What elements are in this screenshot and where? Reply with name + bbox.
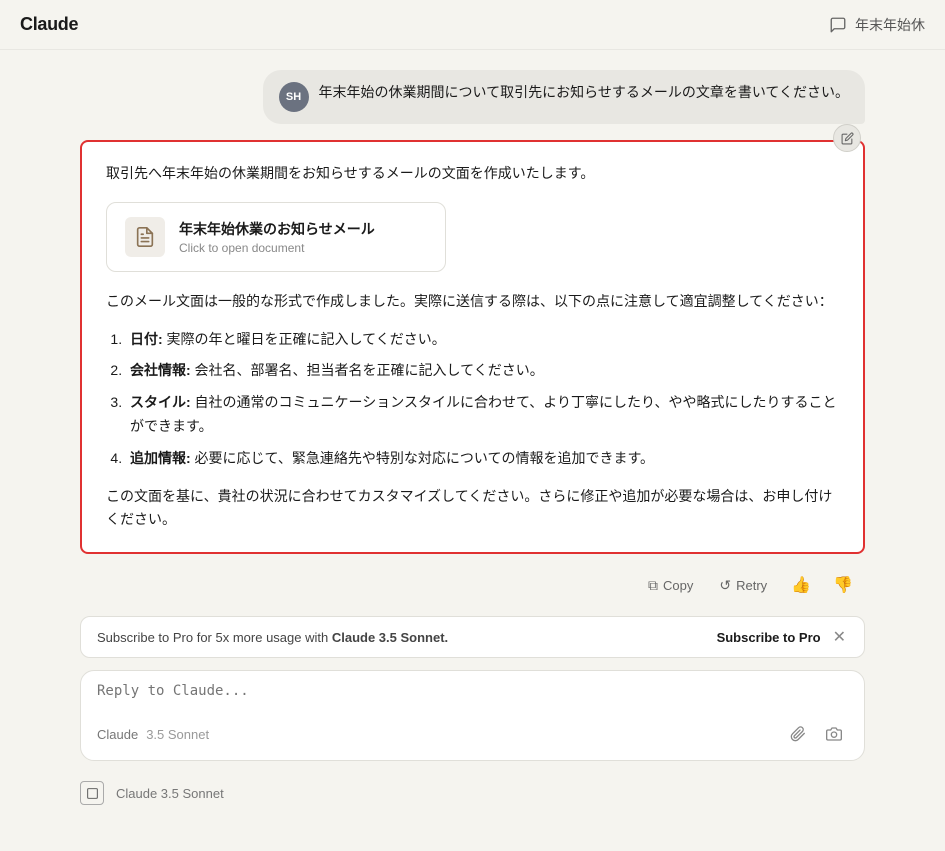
input-area: Claude 3.5 Sonnet (80, 670, 865, 761)
model-version: 3.5 Sonnet (146, 727, 209, 742)
subscribe-right: Subscribe to Pro ✕ (717, 627, 848, 647)
user-message-bubble: SH 年末年始の休業期間について取引先にお知らせするメールの文章を書いてください… (263, 70, 865, 124)
model-label: Claude (97, 727, 138, 742)
assistant-list: 日付: 実際の年と曜日を正確に記入してください。 会社情報: 会社名、部署名、担… (106, 328, 839, 471)
assistant-intro: 取引先へ年末年始の休業期間をお知らせするメールの文面を作成いたします。 (106, 162, 839, 186)
user-message-text: 年末年始の休業期間について取引先にお知らせするメールの文章を書いてください。 (319, 82, 849, 103)
avatar: SH (279, 82, 309, 112)
document-card[interactable]: 年末年始休業のお知らせメール Click to open document (106, 202, 446, 272)
retry-label: Retry (736, 578, 767, 593)
retry-icon: ↺ (719, 577, 731, 594)
document-title: 年末年始休業のお知らせメール (179, 219, 427, 239)
copy-icon: ⧉ (648, 577, 658, 594)
subscribe-highlight: Claude 3.5 Sonnet. (332, 630, 448, 645)
thumbs-down-button[interactable]: 👎 (825, 570, 861, 600)
input-bottom-right (784, 720, 848, 748)
subscribe-cta[interactable]: Subscribe to Pro (717, 630, 821, 645)
new-chat-icon[interactable] (80, 781, 104, 805)
attach-button[interactable] (784, 720, 812, 748)
input-bottom: Claude 3.5 Sonnet (97, 720, 848, 748)
subscribe-banner: Subscribe to Pro for 5x more usage with … (80, 616, 865, 658)
user-message-container: SH 年末年始の休業期間について取引先にお知らせするメールの文章を書いてください… (80, 70, 865, 124)
camera-button[interactable] (820, 720, 848, 748)
document-icon (125, 217, 165, 257)
assistant-message: 取引先へ年末年始の休業期間をお知らせするメールの文面を作成いたします。 年末年始… (80, 140, 865, 554)
header-right: 年末年始休 (829, 15, 925, 35)
close-banner-button[interactable]: ✕ (831, 627, 848, 647)
bottom-bar: Claude 3.5 Sonnet (0, 773, 945, 813)
chat-area: SH 年末年始の休業期間について取引先にお知らせするメールの文章を書いてください… (0, 50, 945, 616)
document-subtitle: Click to open document (179, 241, 427, 255)
retry-button[interactable]: ↺ Retry (709, 572, 777, 599)
input-bottom-left: Claude 3.5 Sonnet (97, 727, 209, 742)
thumbs-up-button[interactable]: 👍 (783, 570, 819, 600)
list-item: 会社情報: 会社名、部署名、担当者名を正確に記入してください。 (126, 359, 839, 383)
edit-message-button[interactable] (833, 124, 861, 152)
action-bar: ⧉ Copy ↺ Retry 👍 👎 (80, 562, 865, 608)
list-item: 追加情報: 必要に応じて、緊急連絡先や特別な対応についての情報を追加できます。 (126, 447, 839, 471)
conversation-title: 年末年始休 (855, 15, 925, 35)
header: Claude 年末年始休 (0, 0, 945, 50)
chat-icon (829, 16, 847, 34)
copy-label: Copy (663, 578, 693, 593)
reply-input[interactable] (97, 683, 848, 707)
assistant-body-text: このメール文面は一般的な形式で作成しました。実際に送信する際は、以下の点に注意し… (106, 290, 839, 314)
document-info: 年末年始休業のお知らせメール Click to open document (179, 219, 427, 255)
subscribe-text: Subscribe to Pro for 5x more usage with … (97, 630, 448, 645)
assistant-closing-text: この文面を基に、貴社の状況に合わせてカスタマイズしてください。さらに修正や追加が… (106, 485, 839, 533)
copy-button[interactable]: ⧉ Copy (638, 572, 703, 599)
list-item: スタイル: 自社の通常のコミュニケーションスタイルに合わせて、より丁寧にしたり、… (126, 391, 839, 439)
app-logo: Claude (20, 14, 78, 35)
bottom-model-label: Claude 3.5 Sonnet (116, 786, 224, 801)
list-item: 日付: 実際の年と曜日を正確に記入してください。 (126, 328, 839, 352)
